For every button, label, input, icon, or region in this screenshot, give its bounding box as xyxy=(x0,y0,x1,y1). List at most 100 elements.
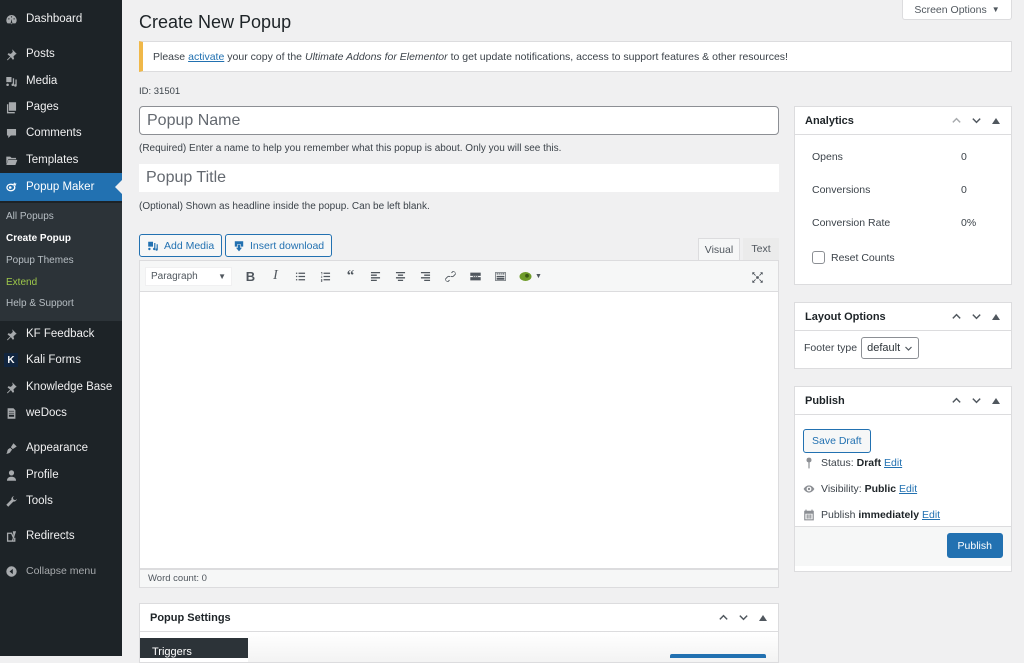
move-up-button[interactable] xyxy=(949,114,963,128)
chevron-down-icon xyxy=(738,615,748,621)
popup-title-input[interactable] xyxy=(139,164,779,192)
move-up-button[interactable] xyxy=(949,310,963,324)
toggle-panel-button[interactable] xyxy=(989,114,1003,128)
move-down-button[interactable] xyxy=(736,611,750,625)
bulleted-list-button[interactable] xyxy=(288,264,313,288)
submenu-help-support[interactable]: Help & Support xyxy=(6,298,74,309)
sidebar-item-kali-forms[interactable]: K Kali Forms xyxy=(0,347,122,373)
toggle-panel-button[interactable] xyxy=(989,310,1003,324)
move-down-button[interactable] xyxy=(969,310,983,324)
align-left-button[interactable] xyxy=(363,264,388,288)
notice-suffix: to get update notifications, access to s… xyxy=(450,50,788,63)
analytics-title: Analytics xyxy=(805,114,854,127)
popup-shortcode-button[interactable]: ▼ xyxy=(513,264,547,288)
submenu-create-popup[interactable]: Create Popup xyxy=(6,233,71,244)
notice-middle: your copy of the xyxy=(227,50,303,63)
footer-type-select[interactable]: default xyxy=(861,337,920,359)
toggle-panel-button[interactable] xyxy=(756,611,770,625)
blockquote-button[interactable]: “ xyxy=(338,264,363,288)
fullscreen-button[interactable] xyxy=(745,265,770,289)
link-button[interactable] xyxy=(438,264,463,288)
publish-button[interactable]: Publish xyxy=(946,533,1003,558)
italic-button[interactable]: I xyxy=(263,264,288,288)
submenu-extend[interactable]: Extend xyxy=(6,277,37,288)
sidebar-item-label: Posts xyxy=(26,48,55,60)
read-more-button[interactable] xyxy=(463,264,488,288)
move-up-button[interactable] xyxy=(949,394,963,408)
tab-text[interactable]: Text xyxy=(743,238,779,260)
toolbar-toggle-button[interactable] xyxy=(488,264,513,288)
link-icon xyxy=(445,270,456,282)
move-down-button[interactable] xyxy=(969,394,983,408)
insert-download-button[interactable]: Insert download xyxy=(225,234,333,257)
sidebar-item-appearance[interactable]: Appearance xyxy=(0,435,122,461)
move-down-button[interactable] xyxy=(969,114,983,128)
save-draft-button[interactable]: Save Draft xyxy=(803,429,871,453)
align-right-button[interactable] xyxy=(413,264,438,288)
sidebar-item-kf-feedback[interactable]: KF Feedback xyxy=(0,321,122,347)
edit-visibility-link[interactable]: Edit xyxy=(899,483,917,495)
triangle-up-icon xyxy=(992,313,1000,320)
numbered-list-button[interactable] xyxy=(313,264,338,288)
conversion-rate-label: Conversion Rate xyxy=(812,217,891,229)
document-icon xyxy=(4,406,18,420)
checkbox[interactable] xyxy=(812,251,825,264)
chevron-down-icon xyxy=(971,398,981,404)
activate-link[interactable]: activate xyxy=(188,51,224,63)
sidebar-item-media[interactable]: Media xyxy=(0,68,122,94)
caret-down-icon: ▼ xyxy=(535,272,542,280)
move-up-button[interactable] xyxy=(716,611,730,625)
bold-button[interactable]: B xyxy=(238,264,263,288)
edit-status-link[interactable]: Edit xyxy=(884,457,902,469)
popup-maker-submenu: All Popups Create Popup Popup Themes Ext… xyxy=(0,203,122,321)
pin-icon xyxy=(4,380,18,394)
collapse-menu-button[interactable]: Collapse menu xyxy=(0,558,122,584)
add-media-label: Add Media xyxy=(164,239,215,252)
eye-icon xyxy=(803,485,815,493)
pin-icon xyxy=(4,47,18,61)
pin-icon xyxy=(806,457,812,469)
submenu-popup-themes[interactable]: Popup Themes xyxy=(6,255,74,266)
sidebar-item-label: Profile xyxy=(26,469,59,481)
sidebar-item-pages[interactable]: Pages xyxy=(0,94,122,120)
screen-options-button[interactable]: Screen Options ▼ xyxy=(902,0,1012,20)
toggle-panel-button[interactable] xyxy=(989,394,1003,408)
submenu-all-popups[interactable]: All Popups xyxy=(6,211,54,222)
format-select[interactable]: Paragraph ▼ xyxy=(145,266,232,286)
tab-visual[interactable]: Visual xyxy=(698,238,740,260)
media-icon xyxy=(4,74,18,88)
sidebar-item-comments[interactable]: Comments xyxy=(0,120,122,146)
sidebar-item-redirects[interactable]: Redirects xyxy=(0,523,122,549)
visibility-value: Public xyxy=(864,483,897,495)
download-icon xyxy=(234,240,244,251)
editor-content-area[interactable] xyxy=(139,292,779,569)
sidebar-item-label: Redirects xyxy=(26,530,75,542)
calendar-icon xyxy=(804,509,814,521)
edit-publish-date-link[interactable]: Edit xyxy=(922,509,940,521)
sidebar-item-profile[interactable]: Profile xyxy=(0,462,122,488)
analytics-box: Analytics Opens 0 Conversions 0 Conversi… xyxy=(794,106,1012,285)
chevron-up-icon xyxy=(718,614,728,620)
sidebar-item-label: Tools xyxy=(26,495,53,507)
chevron-down-icon xyxy=(971,314,981,320)
add-media-button[interactable]: Add Media xyxy=(139,234,223,257)
settings-action-button[interactable] xyxy=(670,654,766,658)
sidebar-item-wedocs[interactable]: weDocs xyxy=(0,400,122,426)
popup-title-help: (Optional) Shown as headline inside the … xyxy=(139,201,430,212)
settings-tab-triggers[interactable]: Triggers xyxy=(140,638,248,658)
sidebar-item-label: KF Feedback xyxy=(26,328,95,340)
sidebar-item-tools[interactable]: Tools xyxy=(0,488,122,514)
sidebar-item-knowledge-base[interactable]: Knowledge Base xyxy=(0,374,122,400)
sidebar-item-popup-maker[interactable]: Popup Maker xyxy=(0,173,122,201)
sidebar-item-dashboard[interactable]: Dashboard xyxy=(0,6,122,32)
popup-name-input[interactable] xyxy=(139,106,779,135)
align-center-icon xyxy=(395,271,406,281)
status-row: Status: Draft Edit xyxy=(803,457,902,469)
sidebar-item-templates[interactable]: Templates xyxy=(0,147,122,173)
reset-counts-checkbox[interactable]: Reset Counts xyxy=(812,251,895,264)
wrench-icon xyxy=(4,494,18,508)
caret-down-icon: ▼ xyxy=(218,271,226,281)
align-center-button[interactable] xyxy=(388,264,413,288)
sidebar-item-posts[interactable]: Posts xyxy=(0,41,122,67)
popup-name-help: (Required) Enter a name to help you reme… xyxy=(139,143,562,154)
